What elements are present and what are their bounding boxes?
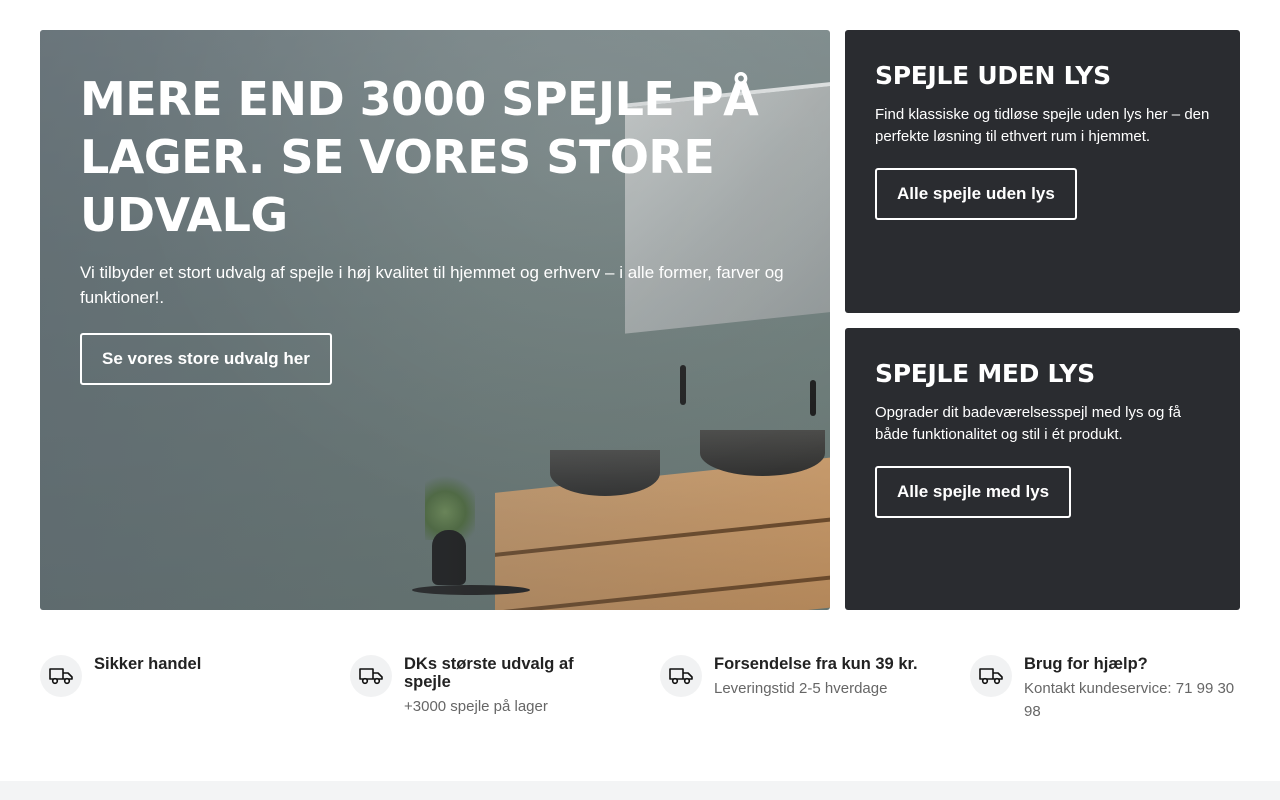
hero-banner[interactable]: MERE END 3000 SPEJLE PÅ LAGER. SE VORES … bbox=[40, 30, 830, 610]
truck-icon bbox=[40, 655, 82, 697]
truck-icon bbox=[660, 655, 702, 697]
mirrors-without-light-card[interactable]: SPEJLE UDEN LYS Find klassiske og tidløs… bbox=[845, 30, 1240, 313]
usp-title: DKs største udvalg af spejle bbox=[404, 655, 574, 691]
see-selection-button[interactable]: Se vores store udvalg her bbox=[80, 333, 332, 385]
usp-bar: Sikker handel DKs største udvalg af spej… bbox=[40, 655, 1240, 735]
truck-icon bbox=[970, 655, 1012, 697]
usp-subtitle: Leveringstid 2-5 hverdage bbox=[714, 680, 888, 697]
usp-title: Forsendelse fra kun 39 kr. bbox=[714, 655, 918, 673]
usp-title: Sikker handel bbox=[94, 655, 202, 673]
usp-subtitle: +3000 spejle på lager bbox=[404, 698, 548, 715]
hero-description: Vi tilbyder et stort udvalg af spejle i … bbox=[80, 263, 784, 307]
usp-subtitle[interactable]: Kontakt kundeservice: 71 99 30 98 bbox=[1024, 677, 1239, 723]
all-mirrors-with-light-button[interactable]: Alle spejle med lys bbox=[875, 466, 1072, 518]
truck-icon bbox=[350, 655, 392, 697]
hero-content: MERE END 3000 SPEJLE PÅ LAGER. SE VORES … bbox=[80, 70, 800, 385]
all-mirrors-without-light-button[interactable]: Alle spejle uden lys bbox=[875, 168, 1077, 220]
usp-title: Brug for hjælp? bbox=[1024, 655, 1148, 673]
hero-title: MERE END 3000 SPEJLE PÅ LAGER. SE VORES … bbox=[80, 72, 759, 242]
card-description: Opgrader dit badeværelsesspejl med lys o… bbox=[875, 404, 1181, 443]
card-title: SPEJLE UDEN LYS bbox=[875, 61, 1111, 90]
mirrors-with-light-card[interactable]: SPEJLE MED LYS Opgrader dit badeværelses… bbox=[845, 328, 1240, 610]
card-title: SPEJLE MED LYS bbox=[875, 359, 1095, 388]
card-description: Find klassiske og tidløse spejle uden ly… bbox=[875, 106, 1210, 145]
footer-strip bbox=[0, 781, 1280, 800]
